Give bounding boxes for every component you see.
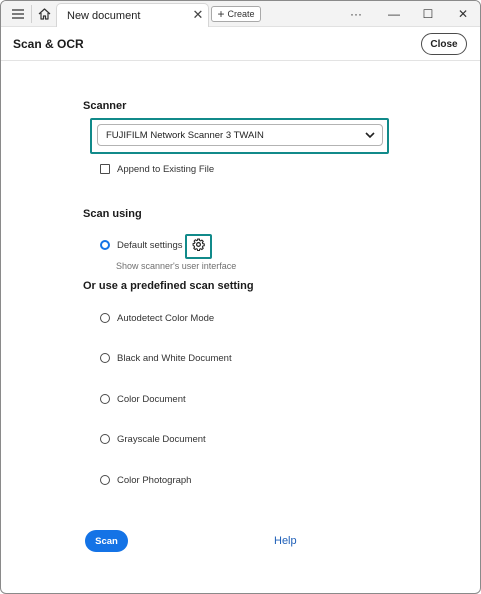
help-link[interactable]: Help [274, 535, 297, 547]
scanner-section-title: Scanner [83, 100, 127, 112]
maximize-icon[interactable]: ☐ [416, 4, 440, 24]
tab-label: New document [67, 10, 141, 22]
scan-ocr-window: New document ✕ + Create ··· — ☐ ✕ Scan &… [0, 0, 481, 594]
autodetect-color-label: Autodetect Color Mode [117, 313, 215, 324]
tab-new-document[interactable]: New document ✕ [56, 3, 209, 27]
black-white-document-label: Black and White Document [117, 353, 232, 364]
grayscale-document-label: Grayscale Document [117, 434, 206, 445]
predefined-section-title: Or use a predefined scan setting [83, 280, 254, 292]
scanner-settings-button[interactable] [185, 234, 212, 259]
show-scanner-ui-label: Show scanner's user interface [116, 261, 237, 271]
append-to-existing-label: Append to Existing File [117, 164, 215, 175]
scan-using-section-title: Scan using [83, 208, 142, 220]
color-document-label: Color Document [117, 394, 186, 405]
create-label: Create [227, 9, 255, 19]
tab-close-icon[interactable]: ✕ [190, 7, 206, 23]
color-document-radio[interactable] [100, 394, 110, 404]
close-button[interactable]: Close [421, 33, 467, 55]
hamburger-icon[interactable] [9, 5, 27, 23]
chevron-down-icon [364, 129, 376, 141]
grayscale-document-radio[interactable] [100, 434, 110, 444]
title-bar: New document ✕ + Create ··· — ☐ ✕ [1, 1, 480, 27]
page-title: Scan & OCR [13, 37, 84, 51]
autodetect-color-radio[interactable] [100, 313, 110, 323]
panel-header: Scan & OCR Close [1, 28, 480, 61]
create-button[interactable]: + Create [211, 6, 261, 22]
minimize-icon[interactable]: — [382, 4, 406, 24]
gear-icon [192, 238, 205, 256]
scanner-select[interactable]: FUJIFILM Network Scanner 3 TWAIN [97, 124, 383, 146]
home-icon[interactable] [35, 5, 53, 23]
color-photograph-label: Color Photograph [117, 475, 192, 486]
scanner-select-value: FUJIFILM Network Scanner 3 TWAIN [106, 130, 264, 141]
scan-button[interactable]: Scan [85, 530, 128, 552]
black-white-document-radio[interactable] [100, 353, 110, 363]
append-to-existing-checkbox[interactable] [100, 164, 110, 174]
titlebar-separator [31, 5, 32, 23]
plus-icon: + [217, 7, 225, 21]
color-photograph-radio[interactable] [100, 475, 110, 485]
default-settings-radio[interactable] [100, 240, 110, 250]
default-settings-label: Default settings [117, 240, 183, 251]
more-options-icon[interactable]: ··· [344, 4, 368, 24]
window-close-icon[interactable]: ✕ [451, 4, 475, 24]
